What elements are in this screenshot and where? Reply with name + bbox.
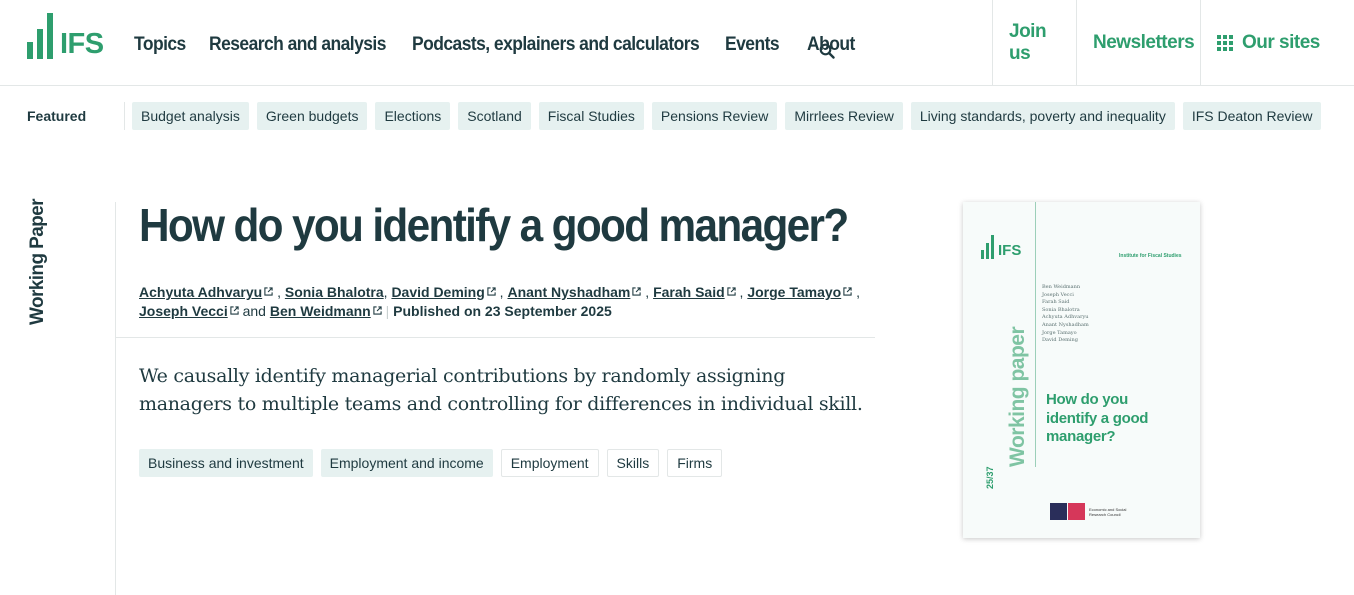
logo-text: IFS — [60, 28, 104, 60]
author-link[interactable]: Jorge Tamayo — [747, 284, 852, 300]
external-link-icon — [487, 287, 496, 296]
author-link[interactable]: Farah Said — [653, 284, 736, 300]
cover-authors: Ben Weidmann Joseph Vecci Farah Said Son… — [1042, 284, 1089, 344]
external-link-icon — [230, 306, 239, 315]
featured-scotland[interactable]: Scotland — [458, 102, 531, 130]
featured-mirrlees-review[interactable]: Mirrlees Review — [785, 102, 903, 130]
our-sites-label: Our sites — [1242, 31, 1320, 53]
author-link[interactable]: Sonia Bhalotra — [285, 284, 384, 300]
summary-divider — [116, 337, 875, 338]
author-and: and — [242, 303, 266, 319]
external-link-icon — [843, 287, 852, 296]
report-cover[interactable]: IFS Institute for Fiscal Studies Ben Wei… — [963, 202, 1200, 538]
cover-number: 25/37 — [985, 466, 995, 489]
external-link-icon — [727, 287, 736, 296]
featured-elections[interactable]: Elections — [375, 102, 451, 130]
cover-institute: Institute for Fiscal Studies — [1119, 253, 1182, 259]
main-nav: Topics Research and analysis Podcasts, e… — [134, 34, 859, 56]
tag-skills[interactable]: Skills — [606, 449, 660, 477]
author-link[interactable]: Anant Nyshadham — [507, 284, 642, 300]
featured-divider — [124, 102, 125, 130]
external-link-icon — [373, 306, 382, 315]
cover-logo: IFS — [981, 235, 1021, 259]
cover-title: How do you identify a good manager? — [1046, 391, 1149, 445]
topic-tags: Business and investment Employment and i… — [139, 449, 723, 477]
featured-budget-analysis[interactable]: Budget analysis — [132, 102, 249, 130]
featured-bar: Featured Budget analysis Green budgets E… — [0, 86, 1354, 146]
tag-employment[interactable]: Employment — [500, 449, 599, 477]
featured-links: Budget analysis Green budgets Elections … — [132, 102, 1322, 130]
nav-podcasts-explainers-calculators[interactable]: Podcasts, explainers and calculators — [412, 34, 700, 56]
logo-bar — [27, 42, 33, 59]
featured-green-budgets[interactable]: Green budgets — [256, 102, 368, 130]
cover-series-label: Working paper — [1006, 326, 1029, 467]
summary-text: We causally identify managerial contribu… — [139, 365, 863, 415]
page-title: How do you identify a good manager? — [139, 199, 849, 251]
tag-firms[interactable]: Firms — [667, 449, 723, 477]
utility-nav: Join us Newsletters Our sites — [992, 0, 1336, 85]
join-us-link[interactable]: Join us — [992, 0, 1076, 85]
funder-logo: Economic and Social Research Council — [1050, 503, 1129, 520]
search-icon[interactable] — [819, 43, 835, 59]
published-date: Published on 23 September 2025 — [393, 303, 612, 319]
cover-rule — [1035, 202, 1036, 467]
site-header: IFS Topics Research and analysis Podcast… — [0, 0, 1354, 86]
our-sites-button[interactable]: Our sites — [1200, 0, 1336, 85]
featured-pensions-review[interactable]: Pensions Review — [651, 102, 778, 130]
tag-business-and-investment[interactable]: Business and investment — [139, 449, 313, 477]
newsletters-link[interactable]: Newsletters — [1076, 0, 1200, 85]
external-link-icon — [632, 287, 642, 296]
featured-living-standards[interactable]: Living standards, poverty and inequality — [910, 102, 1175, 130]
nav-events[interactable]: Events — [725, 34, 780, 56]
author-link[interactable]: Achyuta Adhvaryu — [139, 284, 273, 300]
content-type-text: Working Paper — [27, 199, 48, 325]
tag-employment-and-income[interactable]: Employment and income — [320, 449, 493, 477]
nav-research-and-analysis[interactable]: Research and analysis — [209, 34, 386, 56]
nav-topics[interactable]: Topics — [134, 34, 186, 56]
content-type-label: Working Paper — [27, 199, 49, 325]
ifs-logo[interactable]: IFS — [27, 13, 104, 59]
author-list: Achyuta Adhvaryu , Sonia Bhalotra, David… — [139, 284, 860, 319]
logo-bar — [37, 29, 43, 59]
featured-ifs-deaton-review[interactable]: IFS Deaton Review — [1182, 102, 1322, 130]
external-link-icon — [264, 287, 273, 296]
content-divider — [115, 202, 116, 595]
author-link[interactable]: David Deming — [391, 284, 496, 300]
logo-bar — [47, 13, 53, 59]
author-link[interactable]: Joseph Vecci — [139, 303, 239, 319]
author-link[interactable]: Ben Weidmann — [270, 303, 382, 319]
featured-fiscal-studies[interactable]: Fiscal Studies — [538, 102, 644, 130]
grid-icon — [1217, 34, 1233, 51]
featured-label: Featured — [27, 108, 87, 124]
